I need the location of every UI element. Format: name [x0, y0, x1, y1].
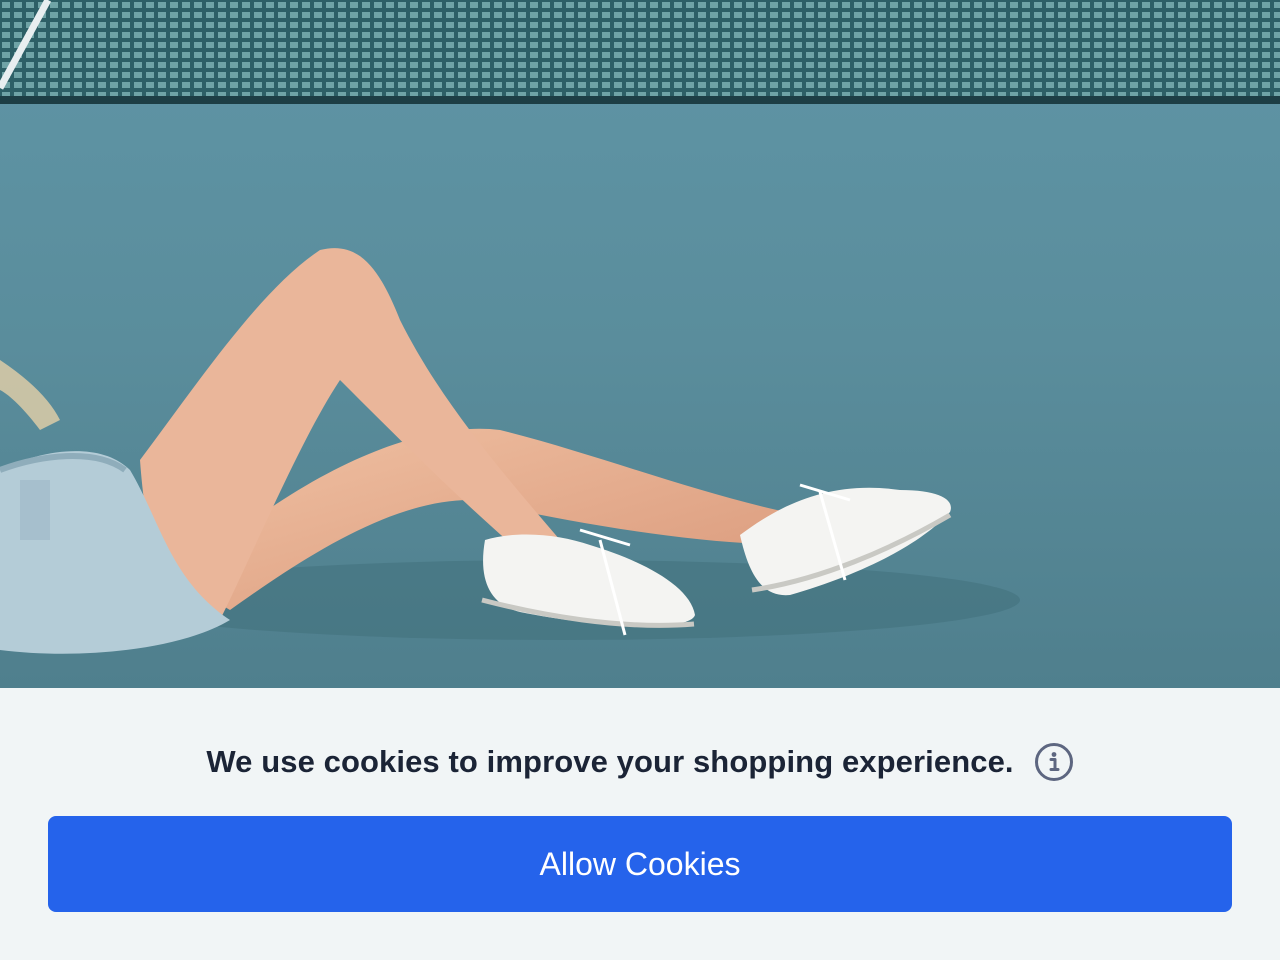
page: We use cookies to improve your shopping … — [0, 0, 1280, 960]
cookie-banner: We use cookies to improve your shopping … — [0, 688, 1280, 960]
allow-cookies-button[interactable]: Allow Cookies — [48, 816, 1232, 912]
cookie-message: We use cookies to improve your shopping … — [206, 744, 1014, 779]
cookie-notice-row: We use cookies to improve your shopping … — [0, 740, 1280, 784]
hero-image — [0, 0, 1280, 688]
info-icon[interactable] — [1034, 742, 1074, 782]
